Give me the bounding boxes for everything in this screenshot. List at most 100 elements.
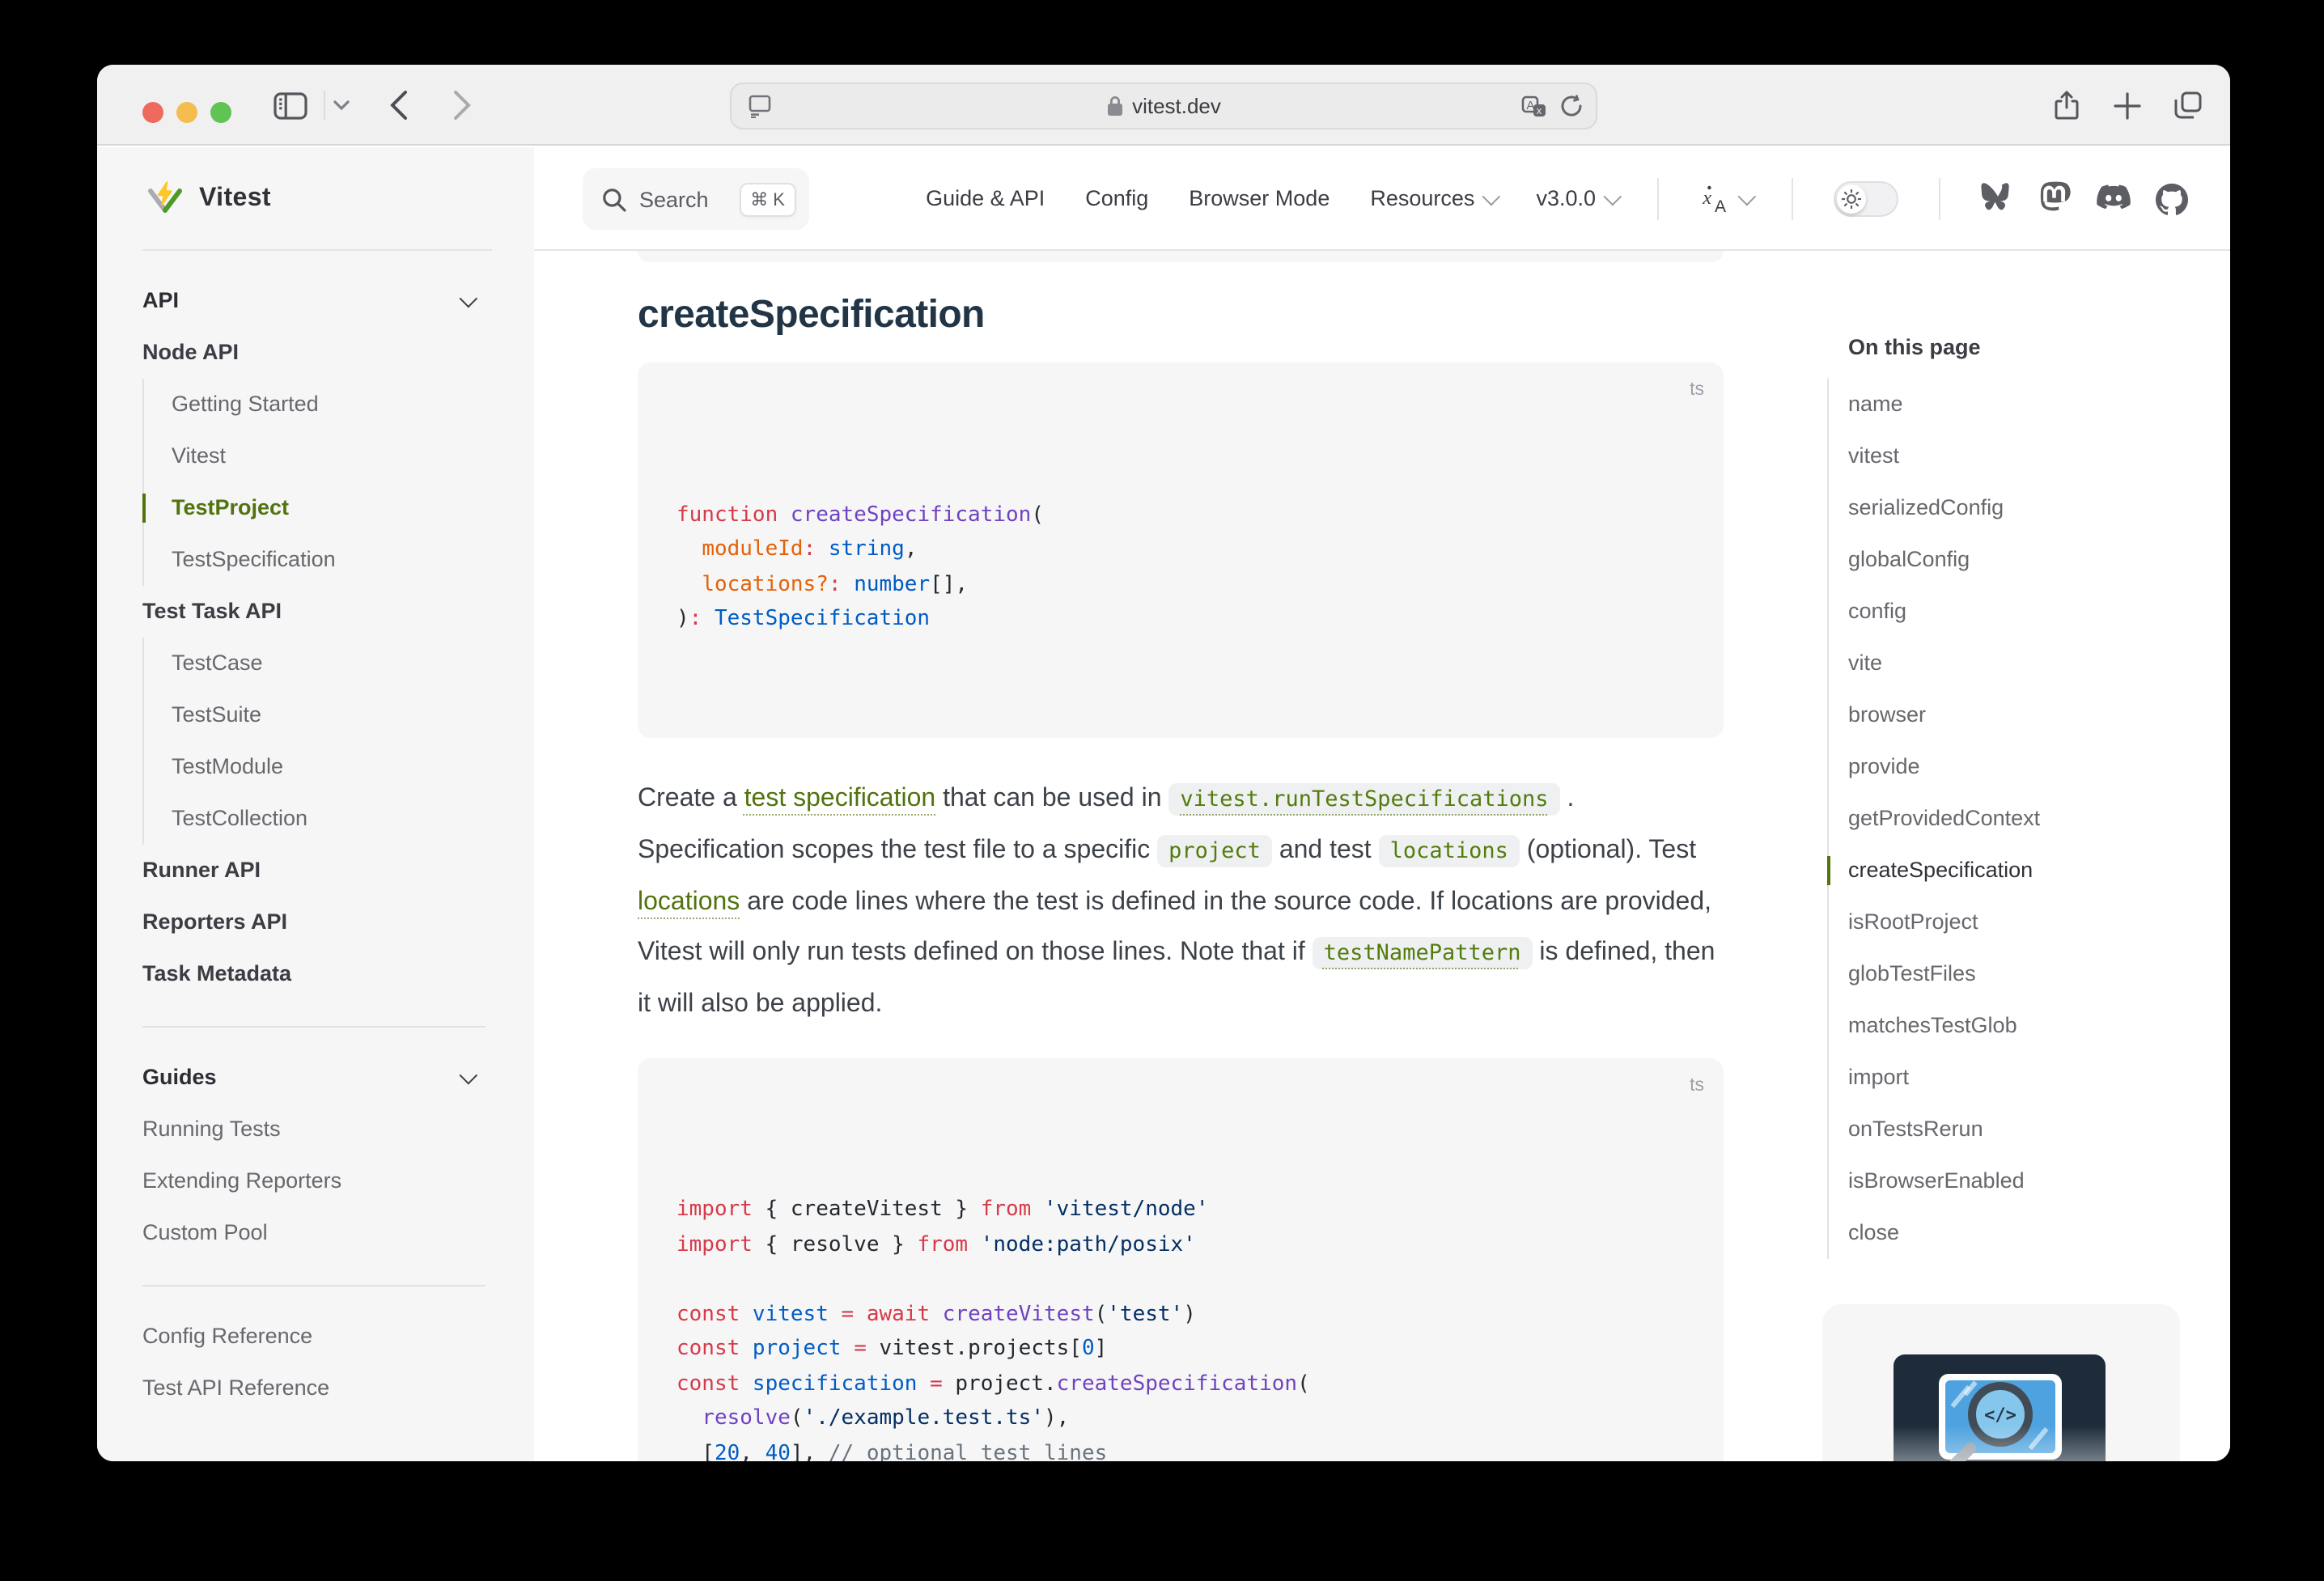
sidebar-item-vitest[interactable]: Vitest — [172, 430, 489, 482]
code-line: import { resolve } from 'node:path/posix… — [676, 1227, 1685, 1262]
toc-item-matchestestglob[interactable]: matchesTestGlob — [1848, 1000, 2207, 1052]
nav-link-config[interactable]: Config — [1085, 186, 1148, 210]
article: createSpecification ts function createSp… — [638, 251, 1724, 1461]
share-icon[interactable] — [2049, 65, 2084, 146]
link-testnamepattern[interactable]: testNamePattern — [1313, 936, 1533, 969]
sidebar-menu-chevron-icon[interactable] — [327, 65, 356, 146]
toc-item-config[interactable]: config — [1848, 586, 2207, 638]
code-block-example[interactable]: ts import { createVitest } from 'vitest/… — [638, 1058, 1724, 1461]
sponsor-card[interactable]: </> — [1822, 1304, 2180, 1461]
reload-icon[interactable] — [1560, 94, 1583, 118]
sidebar-toggle-icon[interactable] — [269, 65, 311, 146]
toc-title: On this page — [1827, 328, 2207, 367]
toc-item-isbrowserenabled[interactable]: isBrowserEnabled — [1848, 1155, 2207, 1207]
nav-link-resources[interactable]: Resources — [1370, 186, 1495, 210]
code-line: moduleId: string, — [676, 532, 1685, 567]
translate-icon[interactable]: A x — [1521, 95, 1547, 117]
sidebar-item-running-tests[interactable]: Running Tests — [142, 1104, 489, 1155]
sidebar-item-custom-pool[interactable]: Custom Pool — [142, 1207, 489, 1259]
link-locations[interactable]: locations — [638, 888, 740, 915]
theme-toggle[interactable] — [1834, 180, 1898, 216]
link-test-specification[interactable]: test specification — [744, 784, 936, 812]
svg-text:A: A — [1526, 98, 1534, 112]
toc-item-isrootproject[interactable]: isRootProject — [1848, 896, 2207, 948]
sidebar-item-getting-started[interactable]: Getting Started — [172, 379, 489, 430]
sidebar-item-testmodule[interactable]: TestModule — [172, 741, 489, 793]
discord-icon[interactable] — [2096, 184, 2131, 212]
description-paragraph: Create a test specification that can be … — [638, 773, 1724, 1028]
sidebar-item-runner-api[interactable]: Runner API — [142, 845, 489, 896]
sidebar-item-extending-reporters[interactable]: Extending Reporters — [142, 1155, 489, 1207]
sidebar-item-config-reference[interactable]: Config Reference — [142, 1311, 489, 1363]
toc-item-getprovidedcontext[interactable]: getProvidedContext — [1848, 793, 2207, 845]
sidebar-item-testspecification[interactable]: TestSpecification — [172, 534, 489, 586]
code-lang-badge: ts — [1690, 1069, 1704, 1104]
browser-toolbar: vitest.dev A x — [97, 65, 2230, 146]
address-bar[interactable]: vitest.dev A x — [730, 83, 1597, 129]
window-close-button[interactable] — [142, 102, 163, 123]
window-minimize-button[interactable] — [176, 102, 197, 123]
toc-item-browser[interactable]: browser — [1848, 689, 2207, 741]
code-line: ): TestSpecification — [676, 602, 1685, 637]
lock-icon — [1106, 95, 1122, 117]
code-line: resolve('./example.test.ts'), — [676, 1401, 1685, 1436]
link-vitest-runtestspecifications[interactable]: vitest.runTestSpecifications — [1168, 782, 1559, 815]
sidebar-item-testproject[interactable]: TestProject — [172, 482, 489, 534]
sidebar-item-guides[interactable]: Guides — [142, 1052, 489, 1104]
sidebar-item-test-api-reference[interactable]: Test API Reference — [142, 1363, 489, 1414]
toc-item-vite[interactable]: vite — [1848, 638, 2207, 689]
toc-item-globtestfiles[interactable]: globTestFiles — [1848, 948, 2207, 1000]
code-block-signature[interactable]: ts function createSpecification( moduleI… — [638, 362, 1724, 737]
window-zoom-button[interactable] — [210, 102, 231, 123]
sidebar-item-group: Getting StartedVitestTestProjectTestSpec… — [142, 379, 489, 586]
search-icon — [602, 187, 626, 211]
sidebar-nav: APINode APIGetting StartedVitestTestProj… — [97, 249, 534, 1414]
sidebar-divider — [142, 1285, 486, 1286]
sidebar-item-reporters-api[interactable]: Reporters API — [142, 896, 489, 948]
tab-overview-icon[interactable] — [2169, 65, 2207, 146]
sidebar-item-testcollection[interactable]: TestCollection — [172, 793, 489, 845]
inline-code-project: project — [1157, 834, 1272, 867]
inline-code-locations: locations — [1379, 834, 1520, 867]
sidebar-item-testcase[interactable]: TestCase — [172, 638, 489, 689]
sidebar-item-api[interactable]: API — [142, 275, 489, 327]
toc-item-globalconfig[interactable]: globalConfig — [1848, 534, 2207, 586]
language-icon: x A — [1699, 184, 1730, 213]
sidebar-item-task-metadata[interactable]: Task Metadata — [142, 948, 489, 1000]
svg-text:x: x — [1702, 187, 1711, 208]
toc-item-import[interactable]: import — [1848, 1052, 2207, 1104]
toc-item-serializedconfig[interactable]: serializedConfig — [1848, 482, 2207, 534]
search-button[interactable]: Search ⌘ K — [583, 168, 809, 230]
language-menu[interactable]: x A — [1699, 184, 1751, 213]
sidebar-item-group: TestCaseTestSuiteTestModuleTestCollectio… — [142, 638, 489, 845]
vitest-logo[interactable]: Vitest — [97, 147, 534, 249]
github-icon[interactable] — [2156, 182, 2188, 214]
page-title: createSpecification — [638, 291, 1724, 340]
sidebar-item-node-api[interactable]: Node API — [142, 327, 489, 379]
svg-text:A: A — [1715, 197, 1726, 213]
theme-toggle-knob — [1837, 184, 1866, 213]
forward-button[interactable] — [445, 65, 477, 146]
previous-code-block-partial — [638, 251, 1724, 262]
back-button[interactable] — [382, 65, 414, 146]
mastodon-icon[interactable] — [2039, 181, 2072, 215]
on-this-page: On this page namevitestserializedConfigg… — [1827, 328, 2207, 1259]
toc-item-close[interactable]: close — [1848, 1207, 2207, 1259]
toc-item-createspecification[interactable]: createSpecification — [1848, 845, 2207, 896]
url-text: vitest.dev — [1132, 94, 1221, 118]
code-line: const vitest = await createVitest('test'… — [676, 1297, 1685, 1332]
toc-item-provide[interactable]: provide — [1848, 741, 2207, 793]
nav-link-browser-mode[interactable]: Browser Mode — [1189, 186, 1330, 210]
toc-item-vitest[interactable]: vitest — [1848, 430, 2207, 482]
chevron-down-icon — [1604, 187, 1622, 206]
toc-item-name[interactable]: name — [1848, 379, 2207, 430]
sidebar-item-test-task-api[interactable]: Test Task API — [142, 586, 489, 638]
sidebar-item-testsuite[interactable]: TestSuite — [172, 689, 489, 741]
navbar-divider — [1939, 177, 1940, 219]
search-shortcut: ⌘ K — [739, 182, 796, 216]
bluesky-icon[interactable] — [1981, 183, 2015, 214]
toc-item-ontestsrerun[interactable]: onTestsRerun — [1848, 1104, 2207, 1155]
new-tab-icon[interactable] — [2109, 65, 2144, 146]
nav-link-guide-api[interactable]: Guide & API — [926, 186, 1045, 210]
nav-link-v3-0-0[interactable]: v3.0.0 — [1536, 186, 1617, 210]
